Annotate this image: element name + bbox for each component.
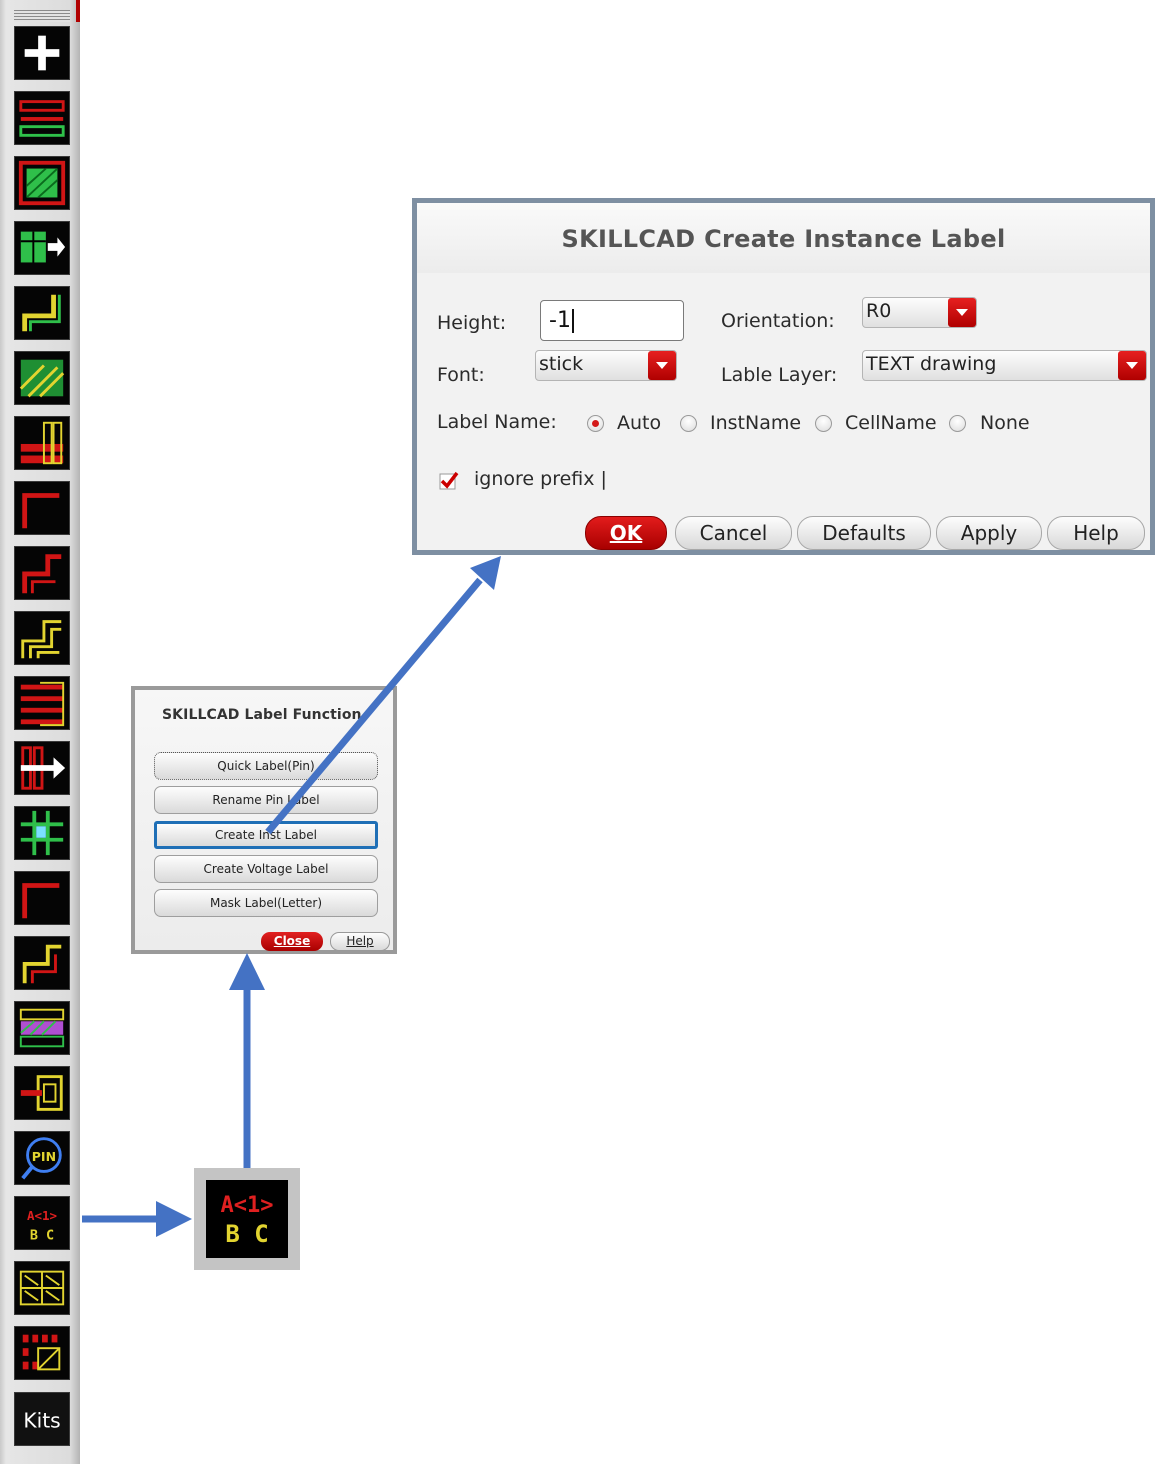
radio-cellname[interactable] xyxy=(815,415,832,432)
ignore-prefix-checkbox[interactable] xyxy=(439,471,459,491)
pin-search-icon[interactable]: PIN xyxy=(14,1131,70,1185)
ignore-prefix-label: ignore prefix | xyxy=(474,468,607,490)
height-value: -1 xyxy=(549,308,571,333)
defaults-button-label: Defaults xyxy=(822,521,906,545)
orientation-select[interactable]: R0 xyxy=(862,297,977,328)
text-grid-icon[interactable] xyxy=(14,1261,70,1315)
svg-text:PIN: PIN xyxy=(32,1149,56,1164)
font-select[interactable]: stick xyxy=(535,350,677,381)
step-route-icon[interactable] xyxy=(14,286,70,340)
chevron-down-icon xyxy=(648,351,676,380)
double-step-icon[interactable] xyxy=(14,936,70,990)
help-button[interactable]: Help xyxy=(1047,516,1145,550)
kits-label: Kits xyxy=(23,1409,60,1433)
stacked-bars-icon[interactable] xyxy=(14,416,70,470)
wire-bar-icon[interactable] xyxy=(14,91,70,145)
label-function-button-zoom[interactable]: A<1> B C xyxy=(194,1168,300,1270)
connector-icon[interactable] xyxy=(14,1066,70,1120)
create-inst-label-button[interactable]: Create Inst Label xyxy=(154,821,378,849)
move-shape-icon[interactable] xyxy=(14,221,70,275)
shift-arrow-icon[interactable] xyxy=(14,741,70,795)
close-button[interactable]: Close xyxy=(261,932,323,951)
radio-instname-label: InstName xyxy=(710,412,802,434)
chevron-down-icon xyxy=(948,298,976,327)
checkmark-icon xyxy=(439,471,459,490)
add-icon[interactable] xyxy=(14,26,70,80)
toolbar-grip[interactable] xyxy=(14,10,70,22)
small-help-label: Help xyxy=(346,934,374,948)
cancel-button[interactable]: Cancel xyxy=(675,516,792,550)
label-abc-icon: A<1> B C xyxy=(206,1180,288,1258)
radio-instname[interactable] xyxy=(680,415,697,432)
height-input[interactable]: -1 xyxy=(540,300,684,341)
kits-icon[interactable]: Kits xyxy=(14,1392,70,1446)
text-cursor xyxy=(571,309,574,333)
label-abc-icon[interactable]: A<1> B C xyxy=(14,1196,70,1250)
triple-step-icon[interactable] xyxy=(14,611,70,665)
radio-none[interactable] xyxy=(949,415,966,432)
close-button-label: Close xyxy=(273,934,311,948)
hatched-shape-icon[interactable] xyxy=(14,351,70,405)
big-tool-line2: B C xyxy=(225,1220,268,1248)
orientation-label: Orientation: xyxy=(721,310,835,332)
radio-auto-label: Auto xyxy=(617,412,662,434)
label-function-title: SKILLCAD Label Function xyxy=(162,707,362,723)
label-function-dialog: SKILLCAD Label Function Quick Label(Pin)… xyxy=(131,686,397,954)
svg-text:A<1>: A<1> xyxy=(27,1208,57,1223)
font-value: stick xyxy=(539,353,584,375)
mask-label-letter-button[interactable]: Mask Label(Letter) xyxy=(154,889,378,917)
height-label: Height: xyxy=(437,312,507,334)
ok-button-label: OK xyxy=(609,521,643,545)
double-step-icon[interactable] xyxy=(14,546,70,600)
path-corner-icon[interactable] xyxy=(14,481,70,535)
lable-layer-value: TEXT drawing xyxy=(866,353,997,375)
lable-layer-select[interactable]: TEXT drawing xyxy=(862,350,1147,381)
apply-button[interactable]: Apply xyxy=(936,516,1042,550)
dialog-titlebar[interactable]: SKILLCAD Create Instance Label xyxy=(417,203,1150,273)
label-name-label: Label Name: xyxy=(437,411,557,433)
font-label: Font: xyxy=(437,364,485,386)
quick-label-pin-button[interactable]: Quick Label(Pin) xyxy=(154,752,378,780)
big-tool-line1: A<1> xyxy=(221,1193,274,1218)
arrow-zoom-to-dialog xyxy=(229,953,265,1168)
svg-text:B C: B C xyxy=(30,1227,54,1243)
chevron-down-icon xyxy=(1118,351,1146,380)
cross-grid-icon[interactable] xyxy=(14,806,70,860)
orientation-value: R0 xyxy=(866,300,892,322)
layer-stack-icon[interactable] xyxy=(14,1001,70,1055)
bus-lines-icon[interactable] xyxy=(14,676,70,730)
create-instance-label-dialog: SKILLCAD Create Instance Label Height: -… xyxy=(412,198,1155,555)
radio-cellname-label: CellName xyxy=(845,412,937,434)
binary-grid-icon[interactable] xyxy=(14,1326,70,1380)
lable-layer-label: Lable Layer: xyxy=(721,364,838,386)
radio-auto[interactable] xyxy=(587,415,604,432)
path-corner-icon[interactable] xyxy=(14,871,70,925)
radio-none-label: None xyxy=(980,412,1030,434)
arrow-toolbar-to-zoom xyxy=(82,1201,192,1237)
create-voltage-label-button[interactable]: Create Voltage Label xyxy=(154,855,378,883)
cancel-button-label: Cancel xyxy=(699,521,768,545)
hatched-rect-icon[interactable] xyxy=(14,156,70,210)
apply-button-label: Apply xyxy=(960,521,1018,545)
help-button-label: Help xyxy=(1073,521,1119,545)
rename-pin-label-button[interactable]: Rename Pin Label xyxy=(154,786,378,814)
ok-button[interactable]: OK xyxy=(585,516,667,550)
small-help-button[interactable]: Help xyxy=(330,932,390,951)
toolbar-edge-marker xyxy=(76,0,80,22)
layout-toolbar: PIN A<1> B C Kits xyxy=(0,0,80,1464)
defaults-button[interactable]: Defaults xyxy=(797,516,931,550)
dialog-title: SKILLCAD Create Instance Label xyxy=(561,225,1006,253)
